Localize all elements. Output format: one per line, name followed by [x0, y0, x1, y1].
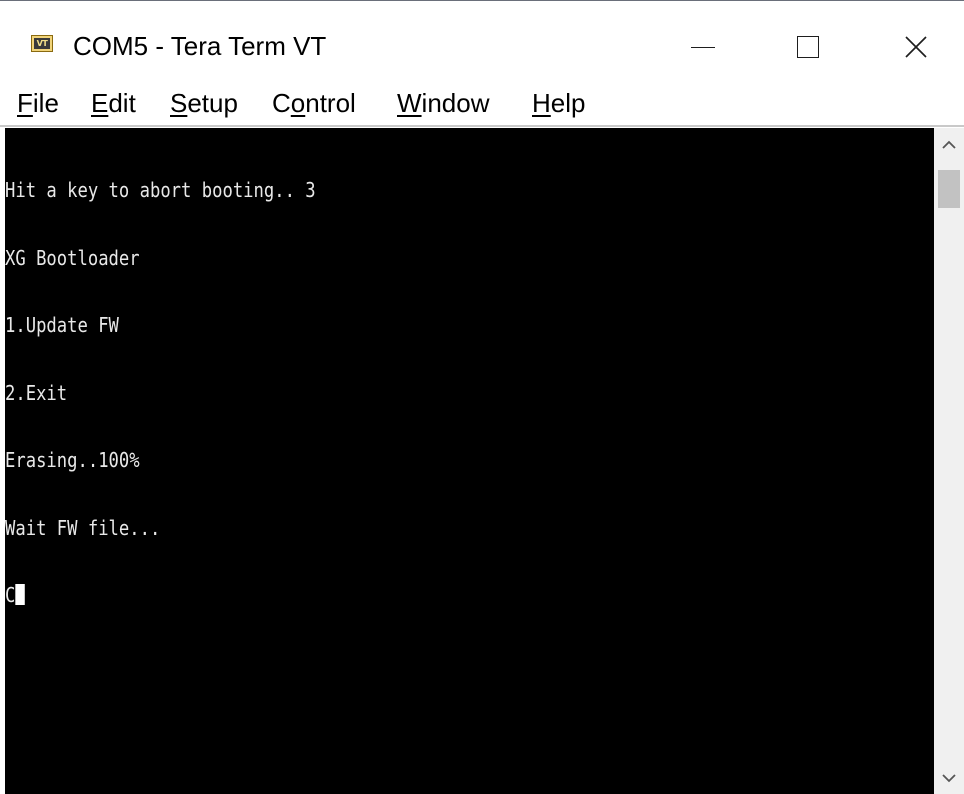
vt-terminal-icon[interactable]: VT	[31, 35, 53, 52]
minimize-icon	[691, 46, 715, 48]
menu-bar: File Edit Setup Control Window Help	[0, 81, 964, 127]
menu-setup[interactable]: Setup	[170, 87, 238, 119]
menu-edit[interactable]: Edit	[91, 87, 136, 119]
terminal-prompt-line: C	[5, 584, 316, 607]
menu-file-rest: ile	[32, 88, 59, 118]
menu-control-pre: C	[272, 88, 291, 118]
menu-setup-rest: etup	[187, 88, 238, 118]
menu-file[interactable]: File	[17, 87, 59, 119]
tera-term-window: VT COM5 - Tera Term VT File Edit Setup C…	[0, 0, 964, 794]
scroll-down-button[interactable]	[934, 761, 964, 794]
menu-window-rest: indow	[421, 88, 490, 118]
menu-help[interactable]: Help	[532, 87, 585, 119]
menu-window[interactable]: Window	[397, 87, 489, 119]
terminal-line: 1.Update FW	[5, 313, 119, 337]
scroll-thumb[interactable]	[938, 170, 960, 208]
menu-edit-accel: E	[91, 88, 109, 118]
menu-help-accel: H	[532, 88, 551, 118]
maximize-icon	[797, 36, 819, 58]
terminal-output: Hit a key to abort booting.. 3 XG Bootlo…	[5, 134, 316, 652]
menu-control-accel: o	[290, 88, 306, 118]
close-icon	[905, 36, 927, 58]
minimize-button[interactable]	[663, 22, 743, 72]
menu-setup-accel: S	[170, 88, 188, 118]
vertical-scrollbar[interactable]	[934, 128, 964, 794]
menu-control-rest: ntrol	[305, 88, 356, 118]
menu-edit-rest: dit	[108, 88, 136, 118]
window-title: COM5 - Tera Term VT	[73, 31, 327, 61]
terminal-line: Wait FW file...	[5, 515, 161, 540]
scroll-up-button[interactable]	[934, 128, 964, 162]
menu-control[interactable]: Control	[272, 87, 356, 119]
terminal-line: 2.Exit	[5, 380, 68, 405]
terminal-line: Erasing..100%	[5, 448, 140, 472]
terminal-screen[interactable]: Hit a key to abort booting.. 3 XG Bootlo…	[5, 128, 934, 794]
vt-icon-label: VT	[34, 38, 50, 49]
chevron-up-icon	[942, 140, 956, 149]
menu-file-accel: F	[17, 88, 33, 118]
terminal-line-text: C	[5, 583, 16, 607]
title-bar[interactable]: VT COM5 - Tera Term VT	[0, 2, 964, 78]
chevron-down-icon	[942, 774, 956, 783]
close-button[interactable]	[876, 22, 956, 72]
maximize-button[interactable]	[768, 22, 848, 72]
terminal-line: Hit a key to abort booting.. 3	[5, 178, 316, 202]
menu-window-accel: W	[397, 88, 422, 118]
text-cursor	[15, 584, 25, 605]
menu-help-rest: elp	[550, 88, 586, 118]
terminal-line: XG Bootloader	[5, 245, 140, 270]
